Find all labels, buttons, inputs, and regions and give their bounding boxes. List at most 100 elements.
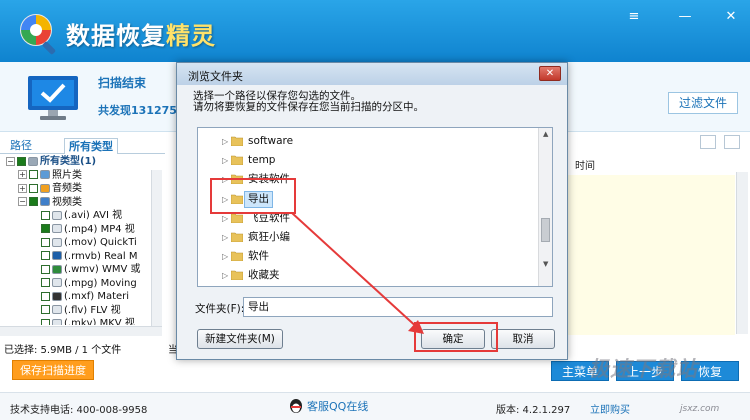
minimize-icon[interactable]: — bbox=[676, 9, 694, 24]
tree-checkbox[interactable] bbox=[41, 210, 50, 220]
tree-item[interactable]: (.wmv) WMV 或 bbox=[0, 263, 150, 277]
wmv-file-icon bbox=[52, 264, 62, 274]
tree-item[interactable]: (.mov) QuickTi bbox=[0, 236, 150, 250]
image-file-icon bbox=[40, 170, 50, 179]
tree-item[interactable]: (.mpg) Moving bbox=[0, 277, 150, 291]
tree-checkbox[interactable] bbox=[29, 183, 38, 193]
folder-expand-icon[interactable]: ▷ bbox=[222, 247, 228, 266]
tree-checkbox[interactable] bbox=[29, 170, 38, 179]
type-tree: − 所有类型(1) + 照片类 + 音频类 − 视频类 (.avi) AVI 视 (.mp4) M… bbox=[0, 155, 150, 325]
folder-expand-icon[interactable]: ▷ bbox=[222, 266, 228, 285]
tree-checkbox[interactable] bbox=[41, 318, 50, 325]
tree-item[interactable]: + 音频类 bbox=[0, 182, 150, 196]
tree-item[interactable]: (.rmvb) Real M bbox=[0, 250, 150, 264]
tree-checkbox[interactable] bbox=[29, 197, 38, 206]
folder-name-input[interactable]: 导出 bbox=[243, 297, 553, 317]
qq-support-link[interactable]: 客服QQ在线 bbox=[288, 396, 368, 416]
tree-item-label: 音频类 bbox=[52, 183, 82, 194]
folder-expand-icon[interactable]: ▷ bbox=[222, 228, 228, 247]
tree-item[interactable]: + 照片类 bbox=[0, 169, 150, 183]
tree-checkbox[interactable] bbox=[41, 224, 50, 233]
tree-tabs: 路径 所有类型 bbox=[0, 136, 165, 154]
folder-item[interactable]: ▷ 软件 bbox=[198, 247, 538, 266]
magnifier-logo-icon bbox=[20, 14, 56, 55]
expand-icon[interactable]: + bbox=[18, 170, 27, 179]
scroll-up-icon[interactable]: ▲ bbox=[543, 130, 548, 138]
tree-item-label: (.mkv) MKV 视 bbox=[64, 318, 135, 325]
tree-item[interactable]: (.mkv) MKV 视 bbox=[0, 317, 150, 325]
tree-item[interactable]: (.flv) FLV 视 bbox=[0, 304, 150, 318]
cancel-button[interactable]: 取消 bbox=[491, 329, 555, 349]
annotation-box-folder bbox=[210, 178, 296, 214]
tree-horizontal-scrollbar[interactable] bbox=[0, 326, 162, 336]
folder-icon bbox=[231, 251, 243, 262]
file-file-icon bbox=[52, 278, 62, 287]
collapse-icon[interactable]: − bbox=[6, 156, 15, 166]
expand-icon[interactable]: + bbox=[18, 183, 27, 193]
tree-checkbox[interactable] bbox=[17, 156, 26, 166]
tree-vertical-scrollbar[interactable] bbox=[151, 170, 162, 326]
dialog-close-icon[interactable]: ✕ bbox=[539, 66, 561, 81]
tree-checkbox[interactable] bbox=[41, 251, 50, 260]
view-thumbnail-icon[interactable] bbox=[700, 135, 716, 149]
dialog-titlebar[interactable]: 浏览文件夹 ✕ bbox=[177, 63, 567, 85]
tree-item-label: (.wmv) WMV 或 bbox=[64, 264, 141, 275]
tree-item-label: (.mp4) MP4 视 bbox=[64, 223, 135, 235]
folder-icon bbox=[231, 232, 243, 242]
tree-item[interactable]: (.mxf) Materi bbox=[0, 290, 150, 304]
scroll-thumb[interactable] bbox=[541, 218, 550, 242]
tree-item[interactable]: (.mp4) MP4 视 bbox=[0, 223, 150, 237]
tree-item-label: (.mxf) Materi bbox=[64, 291, 130, 302]
tab-all-types[interactable]: 所有类型 bbox=[64, 138, 118, 154]
folder-icon bbox=[231, 155, 243, 166]
tree-checkbox[interactable] bbox=[41, 264, 50, 274]
tree-item[interactable]: − 所有类型(1) bbox=[0, 155, 150, 169]
new-folder-button[interactable]: 新建文件夹(M) bbox=[197, 329, 283, 349]
real-file-icon bbox=[52, 251, 62, 260]
selection-info: 已选择: 5.9MB / 1 个文件 bbox=[4, 345, 122, 356]
scroll-down-icon[interactable]: ▼ bbox=[543, 260, 548, 268]
folder-expand-icon[interactable]: ▷ bbox=[222, 132, 228, 151]
folder-item-label: temp bbox=[248, 154, 276, 167]
tree-checkbox[interactable] bbox=[41, 278, 50, 287]
file-list[interactable] bbox=[565, 175, 735, 335]
tree-item-label: (.mpg) Moving bbox=[64, 277, 137, 289]
tree-checkbox[interactable] bbox=[41, 291, 50, 301]
collapse-icon[interactable]: − bbox=[18, 197, 27, 206]
buy-now-link[interactable]: 立即购买 bbox=[590, 401, 630, 416]
column-header-time[interactable]: 时间 bbox=[575, 157, 595, 172]
folder-expand-icon[interactable]: ▷ bbox=[222, 151, 228, 170]
support-phone: 技术支持电话: 400-008-9958 bbox=[10, 405, 148, 416]
dialog-instruction: 选择一个路径以保存您勾选的文件。 请勿将要恢复的文件保存在您当前扫描的分区中。 bbox=[193, 91, 523, 113]
version-label: 版本: 4.2.1.297 bbox=[496, 405, 571, 416]
folder-tree-scrollbar[interactable]: ▲ ▼ bbox=[538, 128, 552, 286]
folder-field-label: 文件夹(F): bbox=[195, 303, 245, 315]
tab-path[interactable]: 路径 bbox=[6, 138, 36, 154]
list-vertical-scrollbar[interactable] bbox=[736, 172, 748, 334]
qq-support-label: 客服QQ在线 bbox=[307, 400, 369, 413]
tree-item[interactable]: − 视频类 bbox=[0, 196, 150, 210]
view-list-icon[interactable] bbox=[724, 135, 740, 149]
watermark-text: 极速下载站 bbox=[588, 357, 698, 381]
menu-icon[interactable]: ≡ bbox=[625, 9, 643, 24]
annotation-box-ok bbox=[414, 322, 498, 352]
close-icon[interactable]: ✕ bbox=[722, 9, 740, 24]
folder-item[interactable]: ▷ 疯狂小编 bbox=[198, 228, 538, 247]
folder-icon bbox=[231, 213, 243, 223]
tree-checkbox[interactable] bbox=[41, 305, 50, 314]
file-file-icon bbox=[52, 318, 62, 325]
tree-item-label: (.mov) QuickTi bbox=[64, 237, 137, 248]
tree-item[interactable]: (.avi) AVI 视 bbox=[0, 209, 150, 223]
filter-files-button[interactable]: 过滤文件 bbox=[668, 92, 738, 114]
folder-item[interactable]: ▷ software bbox=[198, 132, 538, 151]
tree-item-label: (.flv) FLV 视 bbox=[64, 304, 121, 316]
folder-item[interactable]: ▷ temp bbox=[198, 151, 538, 170]
drive-file-icon bbox=[28, 156, 38, 166]
save-scan-progress-button[interactable]: 保存扫描进度 bbox=[12, 360, 94, 380]
dialog-title: 浏览文件夹 bbox=[188, 70, 243, 83]
qq-penguin-icon bbox=[290, 399, 302, 413]
tree-item-label: 照片类 bbox=[52, 169, 82, 181]
video-file-icon bbox=[40, 197, 50, 206]
folder-item[interactable]: ▷ 收藏夹 bbox=[198, 266, 538, 285]
tree-checkbox[interactable] bbox=[41, 237, 50, 247]
